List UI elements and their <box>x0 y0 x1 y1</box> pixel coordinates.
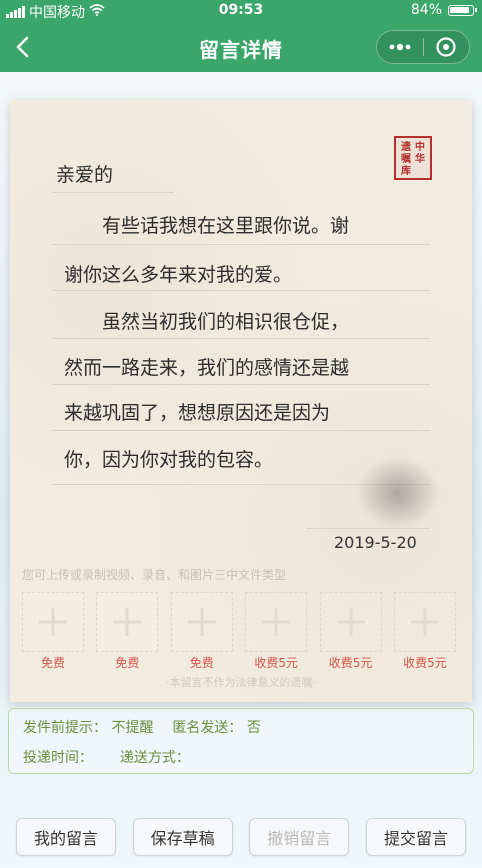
upload-prices: 免费 免费 免费 收费5元 收费5元 收费5元 <box>22 654 456 671</box>
line-rule <box>52 384 430 385</box>
salutation-rule <box>52 192 174 193</box>
deliver-method-label[interactable]: 递送方式： <box>120 750 190 766</box>
line-rule <box>52 244 430 245</box>
ink-signature-mark <box>358 458 438 528</box>
letter-salutation: 亲爱的 <box>56 164 114 186</box>
svg-text:中: 中 <box>415 140 425 153</box>
action-buttons: 我的留言 保存草稿 撤销留言 提交留言 <box>16 818 466 858</box>
send-tip-value[interactable]: 不提醒 <box>111 720 153 736</box>
upload-price: 收费5元 <box>328 656 373 670</box>
upload-hint: 您可上传或录制视频、录音、和图片三中文件类型 <box>22 568 287 582</box>
deliver-time-label[interactable]: 投递时间： <box>23 750 93 766</box>
plus-icon <box>39 608 67 636</box>
submit-message-button[interactable]: 提交留言 <box>365 818 466 856</box>
line-rule <box>52 430 430 431</box>
letter-date: 2019-5-20 <box>334 533 417 552</box>
upload-slot-1[interactable] <box>22 592 84 652</box>
anon-value[interactable]: 否 <box>247 720 261 736</box>
letter-line: 然而一路走来，我们的感情还是越 <box>64 357 350 379</box>
status-bar: 中国移动 09:53 84% <box>0 0 482 22</box>
upload-slot-4[interactable] <box>245 592 308 652</box>
plus-icon <box>410 608 439 636</box>
plus-icon <box>262 608 291 636</box>
upload-slot-6[interactable] <box>393 592 456 652</box>
battery-percent: 84% <box>410 2 442 18</box>
letter-line: 你，因为你对我的包容。 <box>64 449 274 471</box>
letter-line: 谢你这么多年来对我的爱。 <box>64 264 293 286</box>
letter-line: 来越巩固了，想想原因还是因为 <box>64 402 331 424</box>
upload-price: 收费5元 <box>403 656 447 670</box>
upload-slot-2[interactable] <box>96 592 159 652</box>
send-tip-label: 发件前提示： <box>23 720 107 736</box>
upload-price: 免费 <box>189 656 214 670</box>
upload-slots <box>22 592 456 652</box>
upload-slot-5[interactable] <box>319 592 382 652</box>
nav-bar: 留言详情 <box>0 22 482 72</box>
anon-label: 匿名发送： <box>172 720 243 736</box>
legal-disclaimer: ·本留言不作为法律意义的遗嘱· <box>166 676 316 689</box>
svg-text:遗: 遗 <box>400 140 411 153</box>
target-circle-icon <box>436 37 456 57</box>
clock: 09:53 <box>218 2 264 18</box>
close-miniprogram-button[interactable] <box>424 31 470 63</box>
delivery-row: 投递时间： 递送方式： <box>23 747 190 767</box>
upload-price: 免费 <box>115 656 140 670</box>
plus-icon <box>113 608 142 636</box>
line-rule <box>52 290 430 291</box>
svg-text:华: 华 <box>415 152 425 165</box>
battery-icon <box>448 4 477 16</box>
mini-program-capsule <box>376 30 470 64</box>
send-options-row: 发件前提示： 不提醒 匿名发送： 否 <box>23 717 261 737</box>
upload-price: 免费 <box>40 656 65 670</box>
letter-line: 有些话我想在这里跟你说。谢 <box>64 215 350 237</box>
save-draft-button[interactable]: 保存草稿 <box>132 818 233 856</box>
date-rule <box>306 528 430 529</box>
upload-price: 收费5元 <box>254 656 298 670</box>
plus-icon <box>336 608 365 636</box>
revoke-message-button[interactable]: 撤销留言 <box>249 818 350 856</box>
more-button[interactable] <box>377 31 423 63</box>
send-info-box: 发件前提示： 不提醒 匿名发送： 否 投递时间： 递送方式： <box>8 708 474 774</box>
status-right: 84% <box>410 2 477 18</box>
plus-icon <box>187 608 216 636</box>
svg-text:库: 库 <box>401 164 411 177</box>
svg-text:嘱: 嘱 <box>401 153 411 165</box>
seal-stamp: 中 华 遗 嘱 库 <box>394 136 432 180</box>
line-rule <box>52 338 430 339</box>
more-dots-icon <box>389 43 411 51</box>
upload-slot-3[interactable] <box>170 592 233 652</box>
my-messages-button[interactable]: 我的留言 <box>16 818 116 856</box>
letter-line: 虽然当初我们的相识很仓促， <box>64 311 350 333</box>
